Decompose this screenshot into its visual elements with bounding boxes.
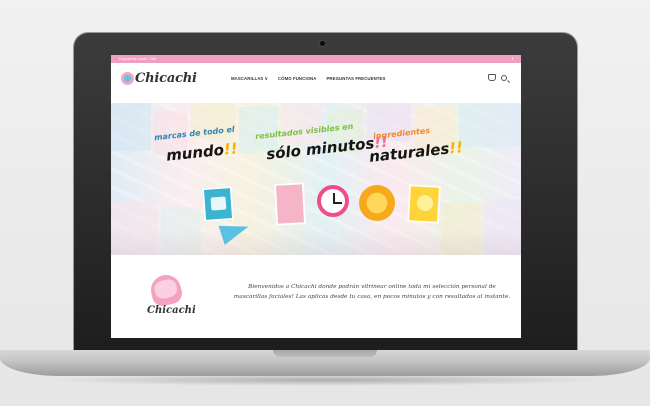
hero-tagline-brands-exclamation: !! bbox=[222, 139, 239, 159]
nav-preguntas-frecuentes[interactable]: PREGUNTAS FRECUENTES bbox=[326, 76, 385, 82]
cart-icon[interactable] bbox=[488, 74, 496, 81]
hand-logo-icon bbox=[147, 271, 185, 309]
nav-como-funciona[interactable]: CÓMO FUNCIONA bbox=[278, 76, 317, 82]
website-screen: Despachos a todo Chile f Chicachi MASCAR… bbox=[111, 55, 521, 338]
laptop-notch bbox=[273, 350, 377, 357]
welcome-text: Bienvenidos a Chicachi donde podrán vitr… bbox=[233, 284, 511, 300]
facebook-icon[interactable]: f bbox=[512, 57, 513, 61]
mask-product-blue bbox=[201, 185, 235, 223]
mask-product-lemon bbox=[407, 184, 441, 224]
intro-logo: Chicachi bbox=[143, 271, 196, 323]
hero-bottom-fade bbox=[111, 229, 521, 255]
alarm-clock-icon bbox=[317, 185, 349, 217]
search-icon[interactable] bbox=[501, 74, 507, 81]
logo-text: Chicachi bbox=[135, 71, 197, 86]
intro-section: Chicachi Bienvenidos a Chicachi donde po… bbox=[111, 255, 521, 338]
site-header: Chicachi MASCARILLAS ∨ CÓMO FUNCIONA PRE… bbox=[111, 63, 521, 94]
logo-mark-icon bbox=[121, 72, 134, 85]
site-logo[interactable]: Chicachi bbox=[121, 71, 221, 86]
orange-slice-icon bbox=[359, 185, 395, 221]
hero-tagline-ingredients-exclamation: !! bbox=[448, 138, 464, 158]
announcement-bar: Despachos a todo Chile f bbox=[111, 55, 521, 63]
mask-product-pink bbox=[273, 182, 307, 226]
nav-mascarillas[interactable]: MASCARILLAS ∨ bbox=[231, 76, 268, 82]
main-nav: MASCARILLAS ∨ CÓMO FUNCIONA PREGUNTAS FR… bbox=[231, 76, 385, 82]
header-tools bbox=[488, 74, 507, 81]
shipping-notice: Despachos a todo Chile bbox=[119, 57, 157, 61]
webcam bbox=[320, 41, 325, 46]
intro-logo-text: Chicachi bbox=[147, 305, 196, 316]
hero-banner: marcas de todo el mundo!! resultados vis… bbox=[111, 103, 521, 255]
